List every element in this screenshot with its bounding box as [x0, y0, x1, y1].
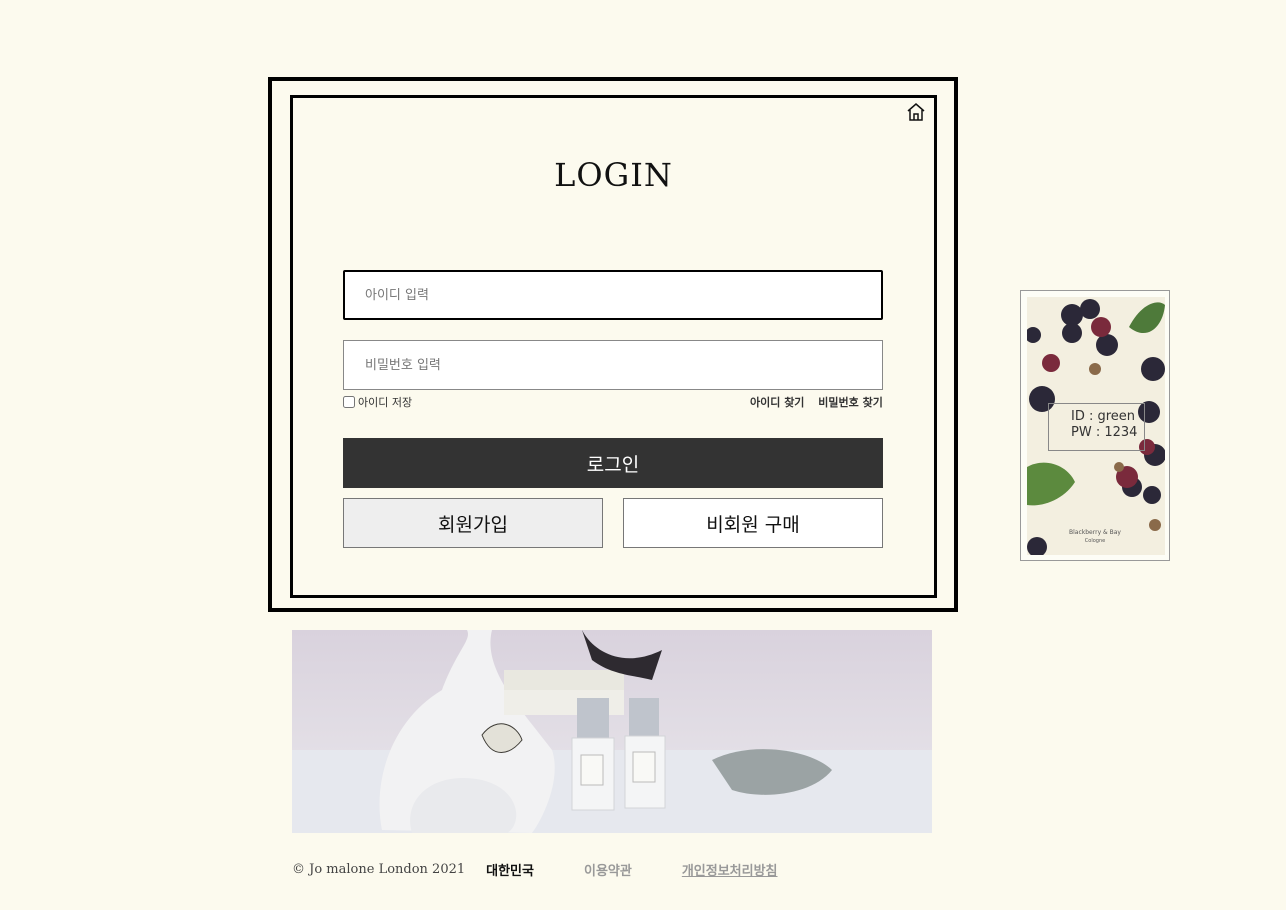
signup-button[interactable]: 회원가입 — [343, 498, 603, 548]
guest-purchase-button[interactable]: 비회원 구매 — [623, 498, 883, 548]
hint-id: ID : green — [1071, 409, 1136, 424]
save-id-checkbox[interactable] — [343, 396, 355, 408]
login-button[interactable]: 로그인 — [343, 438, 883, 488]
credential-hint: ID : green PW : 1234 — [1048, 403, 1145, 451]
home-icon[interactable] — [906, 102, 926, 122]
product-banner-image — [292, 630, 932, 833]
footer-country-link[interactable]: 대한민국 — [486, 860, 534, 879]
footer-terms-link[interactable]: 이용약관 — [584, 860, 632, 879]
password-input[interactable] — [343, 340, 883, 390]
find-links: 아이디 찾기 비밀번호 찾기 — [750, 394, 893, 410]
footer-privacy-link[interactable]: 개인정보처리방침 — [682, 860, 778, 879]
save-id-label: 아이디 저장 — [358, 396, 413, 409]
find-password-link[interactable]: 비밀번호 찾기 — [818, 396, 883, 409]
card-caption-1: Blackberry & Bay — [1069, 529, 1121, 536]
card-caption-2: Cologne — [1085, 538, 1105, 544]
page-title: LOGIN — [554, 156, 673, 194]
id-input[interactable] — [343, 270, 883, 320]
find-id-link[interactable]: 아이디 찾기 — [750, 396, 804, 409]
hint-password: PW : 1234 — [1071, 425, 1138, 440]
copyright-text: © Jo malone London 2021 — [292, 862, 466, 877]
footer: © Jo malone London 2021 대한민국 이용약관 개인정보처리… — [292, 860, 778, 879]
save-id-option[interactable]: 아이디 저장 — [343, 394, 412, 410]
